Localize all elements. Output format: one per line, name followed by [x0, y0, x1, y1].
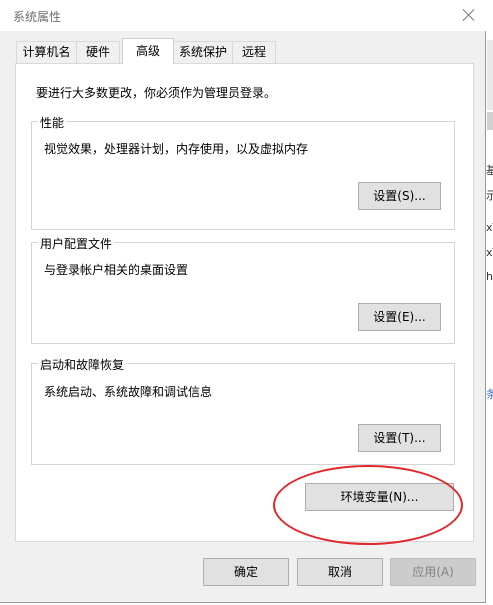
window-title: 系统属性 [13, 10, 62, 24]
background-scroll-chunk [487, 112, 493, 130]
background-text-fragment: xT [486, 221, 493, 234]
cancel-button[interactable]: 取消 [297, 558, 383, 586]
system-properties-dialog: 系统属性 计算机名 硬件 高级 系统保护 远程 要进行大多数更改，你必须作为管理… [0, 0, 486, 603]
tab-remote[interactable]: 远程 [232, 41, 276, 63]
performance-description: 视觉效果，处理器计划，内存使用，以及虚拟内存 [44, 142, 309, 156]
performance-group-label: 性能 [38, 114, 67, 131]
tab-advanced[interactable]: 高级 [122, 38, 174, 64]
title-bar: 系统属性 [0, 0, 486, 31]
background-text-fragment: 条 [486, 388, 493, 401]
tab-hardware[interactable]: 硬件 [76, 41, 120, 63]
performance-group [31, 121, 455, 230]
user-profiles-group-label: 用户配置文件 [38, 235, 115, 252]
performance-settings-button[interactable]: 设置(S)... [358, 182, 441, 210]
user-profiles-description: 与登录帐户相关的桌面设置 [44, 263, 189, 277]
startup-recovery-settings-button[interactable]: 设置(T)... [358, 424, 441, 452]
startup-recovery-group-label: 启动和故障恢复 [38, 356, 127, 373]
background-text-fragment: ha [486, 270, 493, 283]
background-text-fragment: xT [486, 246, 493, 259]
admin-note: 要进行大多数更改，你必须作为管理员登录。 [36, 86, 277, 100]
tab-computer-name[interactable]: 计算机名 [16, 41, 77, 63]
close-icon[interactable] [461, 7, 477, 23]
apply-button[interactable]: 应用(A) [390, 558, 476, 586]
background-text-fragment: 示 [486, 189, 493, 202]
background-scroll-chunk [487, 40, 493, 110]
ok-button[interactable]: 确定 [203, 558, 289, 586]
highlight-circle [273, 465, 463, 545]
background-text-fragment: 基 [486, 164, 493, 177]
user-profiles-settings-button[interactable]: 设置(E)... [358, 303, 441, 331]
tab-system-protection[interactable]: 系统保护 [173, 41, 233, 63]
startup-recovery-description: 系统启动、系统故障和调试信息 [44, 385, 213, 399]
